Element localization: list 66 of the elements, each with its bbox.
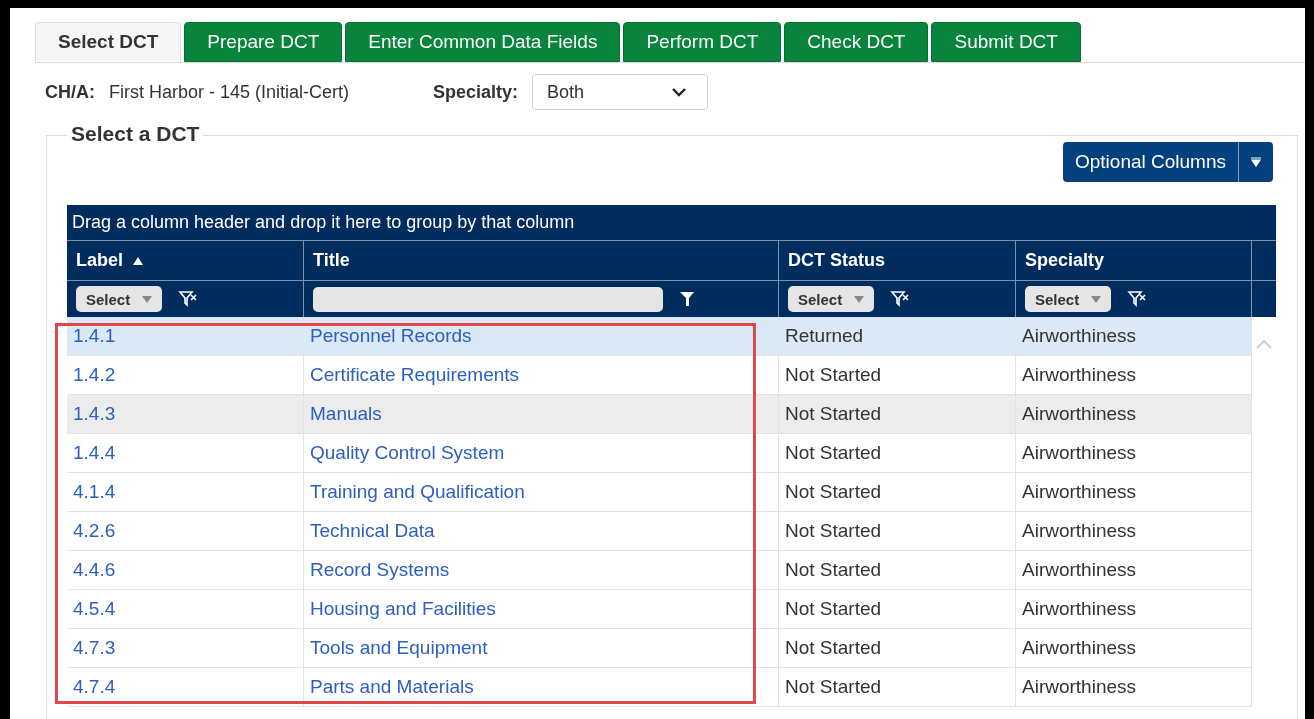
- tab[interactable]: Prepare DCT: [184, 22, 343, 62]
- clear-filter-icon[interactable]: [1127, 289, 1148, 309]
- specialty-dropdown[interactable]: Both: [532, 74, 709, 110]
- filter-select[interactable]: Select: [788, 286, 875, 312]
- status-cell: Not Started: [779, 434, 1016, 473]
- label-link[interactable]: 1.4.3: [67, 395, 304, 434]
- caret-down-icon: [142, 295, 153, 303]
- chevron-down-icon: [671, 87, 688, 97]
- title-link[interactable]: Certificate Requirements: [304, 356, 779, 395]
- cha-value: First Harbor - 145 (Initial-Cert): [109, 81, 350, 103]
- tab[interactable]: Perform DCT: [623, 22, 782, 62]
- clear-filter-icon[interactable]: [890, 289, 911, 309]
- label-link[interactable]: 1.4.2: [67, 356, 304, 395]
- specialty-cell: Airworthiness: [1016, 629, 1252, 668]
- filter-select[interactable]: Select: [76, 286, 163, 312]
- label-link[interactable]: 1.4.4: [67, 434, 304, 473]
- specialty-cell: Airworthiness: [1016, 473, 1252, 512]
- tab[interactable]: Check DCT: [784, 22, 929, 62]
- status-cell: Not Started: [779, 590, 1016, 629]
- title-link[interactable]: Personnel Records: [304, 317, 779, 356]
- label-link[interactable]: 4.2.6: [67, 512, 304, 551]
- specialty-cell: Airworthiness: [1016, 317, 1252, 356]
- caret-down-icon: [854, 295, 865, 303]
- filter-icon[interactable]: [679, 290, 697, 308]
- status-cell: Not Started: [779, 356, 1016, 395]
- clear-filter-icon[interactable]: [178, 289, 199, 309]
- group-by-bar: Drag a column header and drop it here to group by that column: [67, 205, 1276, 241]
- label-link[interactable]: 4.5.4: [67, 590, 304, 629]
- specialty-cell: Airworthiness: [1016, 590, 1252, 629]
- title-link[interactable]: Manuals: [304, 395, 779, 434]
- title-link[interactable]: Quality Control System: [304, 434, 779, 473]
- specialty-cell: Airworthiness: [1016, 356, 1252, 395]
- title-link[interactable]: Technical Data: [304, 512, 779, 551]
- caret-down-icon: [1091, 295, 1102, 303]
- sort-ascending-icon: [133, 256, 143, 265]
- status-cell: Not Started: [779, 551, 1016, 590]
- filter-input[interactable]: [313, 286, 663, 312]
- title-link[interactable]: Parts and Materials: [304, 668, 779, 707]
- status-cell: Not Started: [779, 473, 1016, 512]
- specialty-cell: Airworthiness: [1016, 551, 1252, 590]
- filter-select[interactable]: Select: [1025, 286, 1112, 312]
- label-link[interactable]: 4.4.6: [67, 551, 304, 590]
- status-cell: Not Started: [779, 395, 1016, 434]
- tab[interactable]: Select DCT: [35, 22, 182, 62]
- optional-columns-button[interactable]: Optional Columns: [1062, 142, 1273, 182]
- title-link[interactable]: Housing and Facilities: [304, 590, 779, 629]
- title-link[interactable]: Record Systems: [304, 551, 779, 590]
- caret-down-icon: [1250, 157, 1262, 167]
- title-link[interactable]: Training and Qualification: [304, 473, 779, 512]
- tab[interactable]: Enter Common Data Fields: [345, 22, 621, 62]
- specialty-cell: Airworthiness: [1016, 668, 1252, 707]
- status-cell: Not Started: [779, 668, 1016, 707]
- specialty-label: Specialty:: [433, 81, 519, 103]
- specialty-cell: Airworthiness: [1016, 434, 1252, 473]
- label-link[interactable]: 1.4.1: [67, 317, 304, 356]
- label-link[interactable]: 4.7.4: [67, 668, 304, 707]
- cha-label: CH/A:: [45, 81, 95, 103]
- label-link[interactable]: 4.1.4: [67, 473, 304, 512]
- specialty-cell: Airworthiness: [1016, 395, 1252, 434]
- title-link[interactable]: Tools and Equipment: [304, 629, 779, 668]
- label-link[interactable]: 4.7.3: [67, 629, 304, 668]
- status-cell: Not Started: [779, 629, 1016, 668]
- status-cell: Not Started: [779, 512, 1016, 551]
- status-cell: Returned: [779, 317, 1016, 356]
- specialty-cell: Airworthiness: [1016, 512, 1252, 551]
- tab[interactable]: Submit DCT: [931, 22, 1081, 62]
